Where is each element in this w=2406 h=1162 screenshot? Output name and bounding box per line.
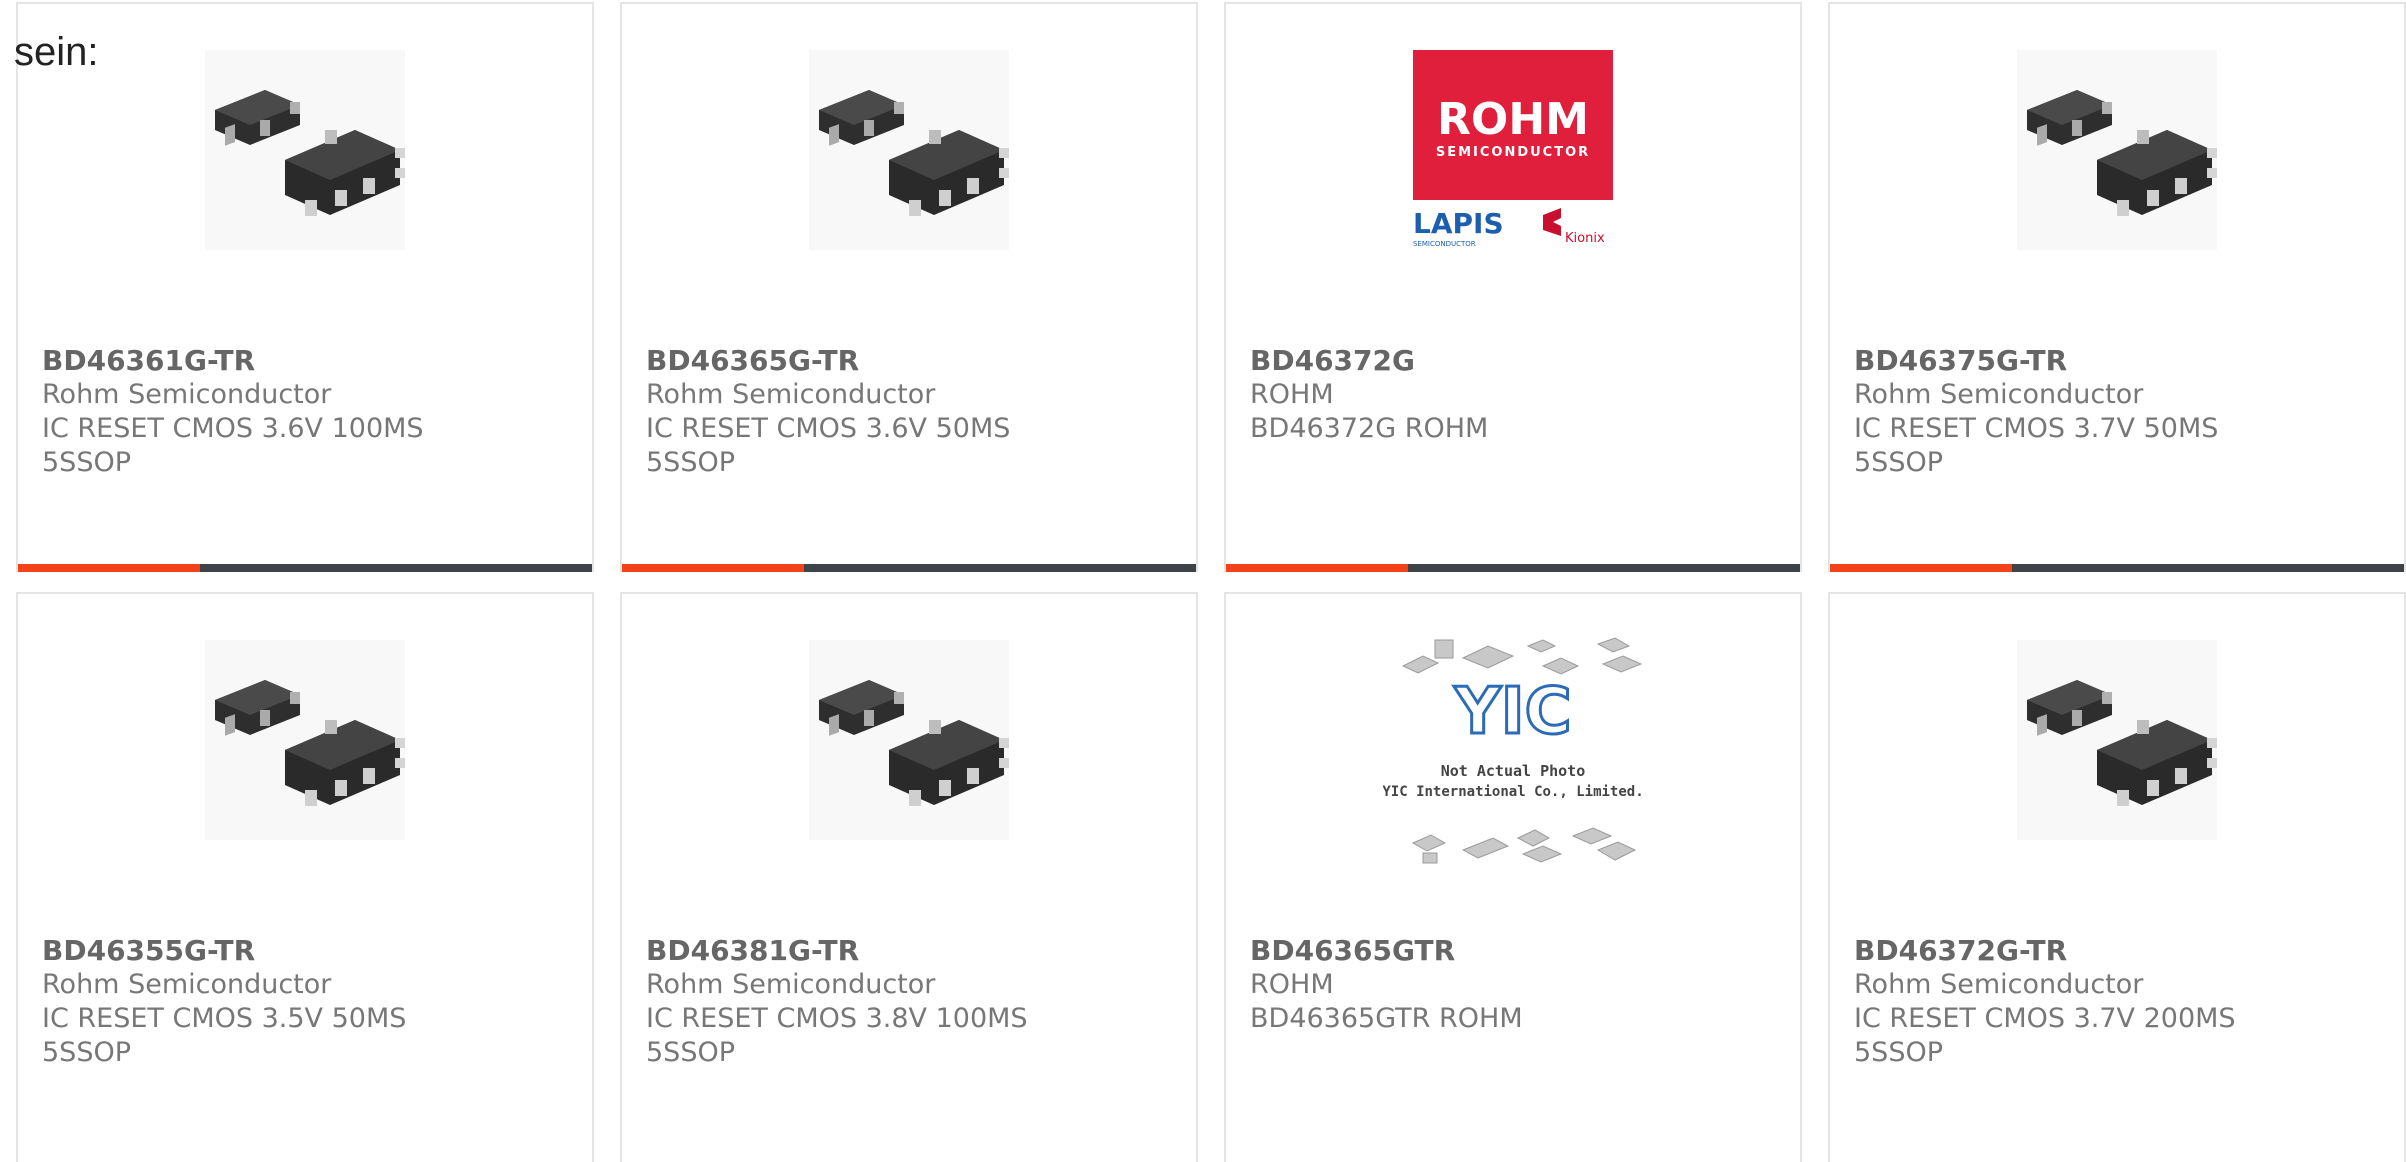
product-thumbnail[interactable] bbox=[1830, 640, 2404, 890]
chip-image bbox=[809, 640, 1009, 840]
kionix-logo-text: Kionix bbox=[1565, 231, 1605, 246]
intro-text: sein: bbox=[14, 30, 99, 74]
product-part-number[interactable]: BD46365GTR bbox=[1250, 934, 1790, 968]
product-info: BD46365GTR ROHM BD46365GTR ROHM bbox=[1250, 934, 1790, 1036]
product-info: BD46361G-TR Rohm Semiconductor IC RESET CM… bbox=[42, 344, 582, 480]
product-package: 5SSOP bbox=[646, 1037, 735, 1068]
product-card[interactable]: BD46361G-TR Rohm Semiconductor IC RESET CM… bbox=[16, 2, 594, 572]
product-thumbnail[interactable]: YIC Not Actual Photo YIC International C… bbox=[1226, 628, 1800, 878]
card-footer-accent bbox=[1226, 564, 1408, 572]
product-info: BD46375G-TR Rohm Semiconductor IC RESET CM… bbox=[1854, 344, 2394, 480]
product-part-number[interactable]: BD46372G-TR bbox=[1854, 934, 2394, 968]
product-thumbnail[interactable] bbox=[18, 640, 592, 890]
product-part-number[interactable]: BD46365G-TR bbox=[646, 344, 1186, 378]
product-card[interactable]: YIC Not Actual Photo YIC International C… bbox=[1224, 592, 1802, 1162]
product-manufacturer: ROHM bbox=[1250, 969, 1334, 1000]
not-actual-photo-image: YIC Not Actual Photo YIC International C… bbox=[1383, 637, 1643, 864]
product-manufacturer: Rohm Semiconductor bbox=[42, 379, 332, 410]
product-package: 5SSOP bbox=[42, 1037, 131, 1068]
product-description: IC RESET CMOS 3.5V 50MS bbox=[42, 1003, 407, 1034]
product-part-number[interactable]: BD46372G bbox=[1250, 344, 1790, 378]
lapis-logo-text: LAPIS bbox=[1413, 207, 1504, 240]
product-description: IC RESET CMOS 3.6V 100MS bbox=[42, 413, 424, 444]
product-package: 5SSOP bbox=[646, 447, 735, 478]
product-thumbnail[interactable] bbox=[622, 50, 1196, 300]
product-thumbnail[interactable] bbox=[1830, 50, 2404, 300]
card-footer-accent bbox=[18, 564, 200, 572]
product-part-number[interactable]: BD46381G-TR bbox=[646, 934, 1186, 968]
product-info: BD46355G-TR Rohm Semiconductor IC RESET CM… bbox=[42, 934, 582, 1070]
card-footer-bar bbox=[18, 564, 592, 572]
product-description: BD46365GTR ROHM bbox=[1250, 1003, 1523, 1034]
product-description: IC RESET CMOS 3.7V 50MS bbox=[1854, 413, 2219, 444]
chip-image bbox=[205, 50, 405, 250]
product-card[interactable]: BD46375G-TR Rohm Semiconductor IC RESET CM… bbox=[1828, 2, 2406, 572]
product-thumbnail[interactable]: ROHM SEMICONDUCTOR LAPIS SEMICONDUCTOR K… bbox=[1226, 50, 1800, 300]
product-card[interactable]: BD46355G-TR Rohm Semiconductor IC RESET CM… bbox=[16, 592, 594, 1162]
product-card[interactable]: BD46381G-TR Rohm Semiconductor IC RESET CM… bbox=[620, 592, 1198, 1162]
product-part-number[interactable]: BD46361G-TR bbox=[42, 344, 582, 378]
rohm-logo-brand: ROHM bbox=[1437, 94, 1589, 145]
kionix-mark-icon bbox=[1543, 208, 1561, 236]
not-actual-photo-line2: YIC International Co., Limited. bbox=[1383, 784, 1643, 800]
card-footer-bar bbox=[622, 564, 1196, 572]
product-info: BD46365G-TR Rohm Semiconductor IC RESET CM… bbox=[646, 344, 1186, 480]
product-info: BD46372G ROHM BD46372G ROHM bbox=[1250, 344, 1790, 446]
card-footer-accent bbox=[622, 564, 804, 572]
product-info: BD46372G-TR Rohm Semiconductor IC RESET CM… bbox=[1854, 934, 2394, 1070]
product-thumbnail[interactable] bbox=[18, 50, 592, 300]
product-manufacturer: Rohm Semiconductor bbox=[646, 379, 936, 410]
product-manufacturer: Rohm Semiconductor bbox=[42, 969, 332, 1000]
product-manufacturer: Rohm Semiconductor bbox=[1854, 969, 2144, 1000]
chip-image bbox=[205, 640, 405, 840]
product-manufacturer: Rohm Semiconductor bbox=[646, 969, 936, 1000]
chip-image bbox=[2017, 50, 2217, 250]
card-footer-bar bbox=[1830, 564, 2404, 572]
rohm-logo-subtitle: SEMICONDUCTOR bbox=[1436, 145, 1590, 160]
product-card[interactable]: BD46372G-TR Rohm Semiconductor IC RESET CM… bbox=[1828, 592, 2406, 1162]
product-part-number[interactable]: BD46375G-TR bbox=[1854, 344, 2394, 378]
product-thumbnail[interactable] bbox=[622, 640, 1196, 890]
product-manufacturer: ROHM bbox=[1250, 379, 1334, 410]
product-description: IC RESET CMOS 3.7V 200MS bbox=[1854, 1003, 2236, 1034]
chip-image bbox=[2017, 640, 2217, 840]
card-footer-bar bbox=[1226, 564, 1800, 572]
lapis-logo-subtitle: SEMICONDUCTOR bbox=[1413, 240, 1476, 248]
product-package: 5SSOP bbox=[1854, 447, 1943, 478]
product-description: IC RESET CMOS 3.8V 100MS bbox=[646, 1003, 1028, 1034]
yic-logo: YIC bbox=[1453, 675, 1571, 749]
product-description: IC RESET CMOS 3.6V 50MS bbox=[646, 413, 1011, 444]
product-part-number[interactable]: BD46355G-TR bbox=[42, 934, 582, 968]
product-card[interactable]: ROHM SEMICONDUCTOR LAPIS SEMICONDUCTOR K… bbox=[1224, 2, 1802, 572]
product-manufacturer: Rohm Semiconductor bbox=[1854, 379, 2144, 410]
product-package: 5SSOP bbox=[42, 447, 131, 478]
chip-image bbox=[809, 50, 1009, 250]
product-info: BD46381G-TR Rohm Semiconductor IC RESET CM… bbox=[646, 934, 1186, 1070]
not-actual-photo-line1: Not Actual Photo bbox=[1441, 762, 1586, 780]
card-footer-accent bbox=[1830, 564, 2012, 572]
rohm-logo-image: ROHM SEMICONDUCTOR LAPIS SEMICONDUCTOR K… bbox=[1413, 50, 1613, 248]
product-description: BD46372G ROHM bbox=[1250, 413, 1489, 444]
product-package: 5SSOP bbox=[1854, 1037, 1943, 1068]
product-card[interactable]: BD46365G-TR Rohm Semiconductor IC RESET CM… bbox=[620, 2, 1198, 572]
